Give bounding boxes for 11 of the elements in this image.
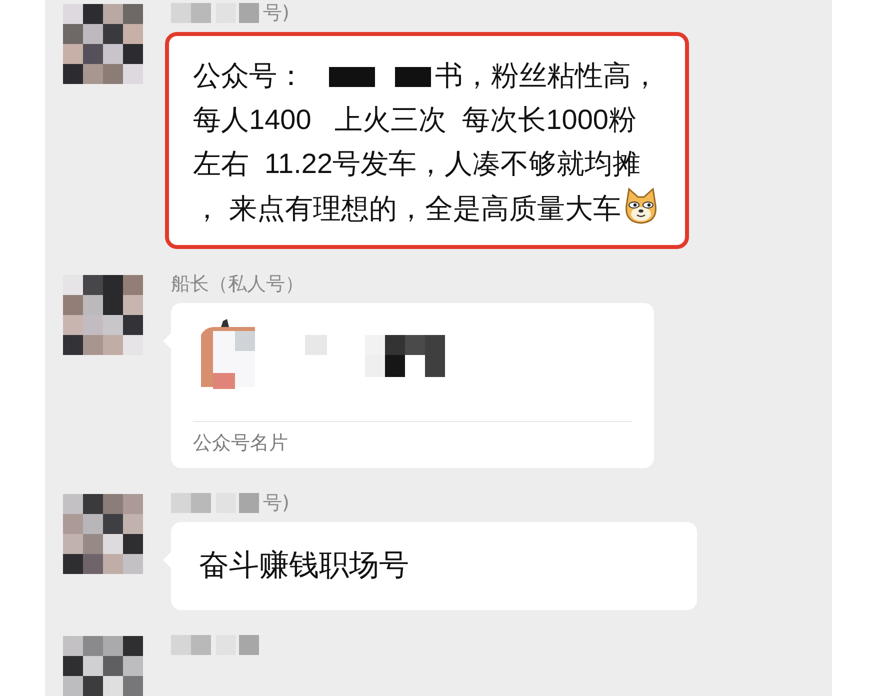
sender-name: 船长（私人号）	[171, 272, 304, 297]
sender-name: 号)	[263, 491, 290, 516]
message-bubble[interactable]: 公众号： 书，粉丝粘性高，每人1400 上火三次 每次长1000粉左右 11.22号发车，人凑不够就均摊， 来点有理想的，全是高质量大车	[165, 32, 689, 249]
pixelated-avatar-icon[interactable]	[63, 4, 143, 84]
card-type-label: 公众号名片	[193, 431, 289, 456]
pixelated-avatar-icon[interactable]	[63, 636, 143, 696]
pixelated-avatar-icon[interactable]	[63, 275, 143, 355]
message-text: 奋斗赚钱职场号	[199, 548, 410, 584]
message-text: 公众号： 书，粉丝粘性高，每人1400 上火三次 每次长1000粉左右 11.22号发车，人凑不够就均摊， 来点有理想的，全是高质量大车	[193, 59, 662, 228]
pixelated-avatar-icon[interactable]	[63, 494, 143, 574]
sender-name: 号)	[263, 1, 290, 26]
